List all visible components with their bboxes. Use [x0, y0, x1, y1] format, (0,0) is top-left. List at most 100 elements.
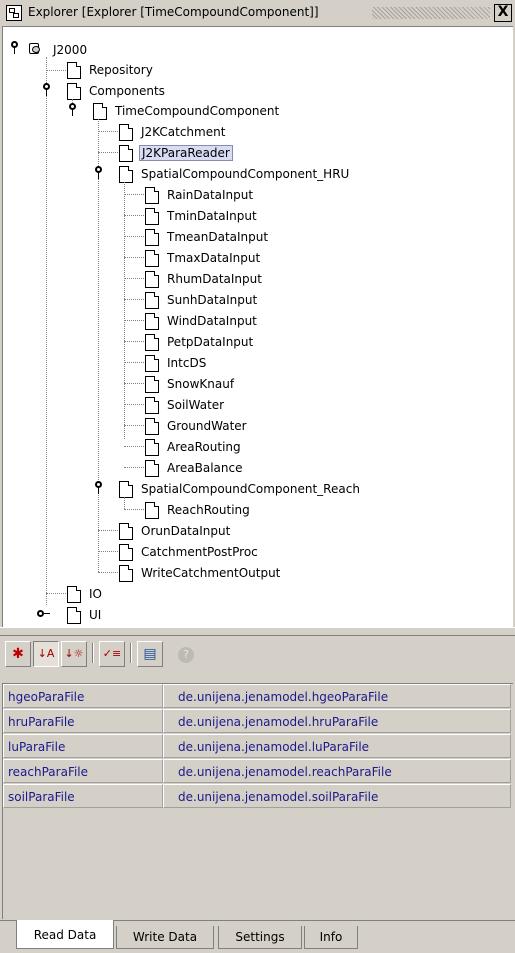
property-row[interactable]: luParaFile de.unijena.jenamodel.luParaFi… — [3, 734, 513, 759]
property-value[interactable]: de.unijena.jenamodel.soilParaFile — [163, 784, 511, 808]
asterisk-glyph: ✱ — [12, 646, 24, 662]
help-glyph: ? — [178, 647, 194, 663]
tree-node-label: PetpDataInput — [167, 335, 254, 349]
property-toolbar: ✱ ↓A ↓☼ ✓≡ ▤ ? — [0, 637, 515, 669]
property-name[interactable]: luParaFile — [3, 734, 163, 758]
tree-node-label: TminDataInput — [167, 209, 257, 223]
tree-node-label: AreaBalance — [167, 461, 243, 475]
tree-node-label: SnowKnauf — [167, 377, 235, 391]
grid-icon[interactable]: ▤ — [137, 641, 163, 667]
property-name[interactable]: soilParaFile — [3, 784, 163, 808]
property-value[interactable]: de.unijena.jenamodel.luParaFile — [163, 734, 511, 758]
splitter[interactable] — [0, 627, 515, 636]
help-icon[interactable]: ? — [173, 641, 199, 667]
document-icon — [145, 292, 159, 309]
bean-icon — [27, 41, 41, 55]
document-icon — [145, 208, 159, 225]
document-icon — [145, 271, 159, 288]
document-icon — [145, 334, 159, 351]
property-row[interactable]: reachParaFile de.unijena.jenamodel.reach… — [3, 759, 513, 784]
property-name[interactable]: reachParaFile — [3, 759, 163, 783]
component-tree[interactable]: J2000 Repository Components TimeCompound… — [2, 26, 513, 627]
document-icon — [145, 355, 159, 372]
grid-glyph: ▤ — [143, 646, 157, 662]
tree-node-label: J2000 — [53, 43, 88, 57]
property-name[interactable]: hruParaFile — [3, 709, 163, 733]
tree-node-label: RhumDataInput — [167, 272, 262, 286]
collapsed-handle-icon[interactable] — [37, 607, 50, 621]
sort-category-glyph: ↓☼ — [64, 647, 84, 660]
tab-strip: Read Data Write Data Settings Info — [0, 920, 515, 953]
document-icon — [145, 376, 159, 393]
document-icon — [145, 418, 159, 435]
document-icon — [67, 586, 81, 603]
document-icon — [145, 460, 159, 477]
title-bar[interactable]: Explorer [Explorer [TimeCompoundComponen… — [2, 2, 513, 24]
tree-node-label: Repository — [89, 63, 153, 77]
toolbar-separator — [92, 643, 94, 663]
document-icon — [145, 187, 159, 204]
expanded-handle-icon[interactable] — [9, 41, 20, 55]
tree-node-label: WindDataInput — [167, 314, 257, 328]
tab-write-data[interactable]: Write Data — [116, 926, 214, 949]
document-icon — [119, 565, 133, 582]
expanded-handle-icon[interactable] — [67, 103, 78, 117]
sort-category-icon[interactable]: ↓☼ — [61, 641, 87, 667]
tree-node-label: CatchmentPostProc — [141, 545, 258, 559]
close-button[interactable]: X — [494, 4, 512, 22]
document-icon — [145, 439, 159, 456]
tree-node-label: SpatialCompoundComponent_Reach — [141, 482, 360, 496]
tree-node-label: TmaxDataInput — [167, 251, 261, 265]
property-row[interactable]: hgeoParaFile de.unijena.jenamodel.hgeoPa… — [3, 684, 513, 709]
asterisk-icon[interactable]: ✱ — [5, 641, 31, 667]
tree-node-label: RainDataInput — [167, 188, 254, 202]
tree-node-label: Components — [89, 84, 165, 98]
checklist-glyph: ✓≡ — [102, 647, 122, 660]
tab-info[interactable]: Info — [304, 926, 358, 949]
property-value[interactable]: de.unijena.jenamodel.hgeoParaFile — [163, 684, 511, 708]
document-icon — [145, 313, 159, 330]
tree-node-label: TmeanDataInput — [167, 230, 269, 244]
tab-settings[interactable]: Settings — [218, 926, 302, 949]
tree-node-label: AreaRouting — [167, 440, 241, 454]
document-icon — [145, 397, 159, 414]
property-table: hgeoParaFile de.unijena.jenamodel.hgeoPa… — [2, 683, 513, 919]
document-icon — [119, 124, 133, 141]
window-icon — [6, 5, 22, 21]
property-row[interactable]: soilParaFile de.unijena.jenamodel.soilPa… — [3, 784, 513, 809]
document-icon — [67, 62, 81, 79]
document-icon — [93, 103, 107, 120]
expanded-handle-icon[interactable] — [93, 166, 104, 180]
document-icon — [67, 607, 81, 624]
checklist-icon[interactable]: ✓≡ — [99, 641, 125, 667]
document-icon — [67, 83, 81, 100]
document-icon — [145, 229, 159, 246]
tree-node-label: ReachRouting — [167, 503, 250, 517]
expanded-handle-icon[interactable] — [93, 481, 104, 495]
document-icon — [119, 523, 133, 540]
explorer-window: Explorer [Explorer [TimeCompoundComponen… — [0, 0, 515, 953]
document-icon — [119, 544, 133, 561]
document-icon — [145, 250, 159, 267]
sort-alpha-icon[interactable]: ↓A — [33, 641, 59, 667]
sort-alpha-glyph: ↓A — [37, 647, 55, 660]
property-name[interactable]: hgeoParaFile — [3, 684, 163, 708]
toolbar-separator — [130, 643, 132, 663]
tree-node-label-selected: J2KParaReader — [139, 145, 233, 161]
property-value[interactable]: de.unijena.jenamodel.reachParaFile — [163, 759, 511, 783]
property-row[interactable]: hruParaFile de.unijena.jenamodel.hruPara… — [3, 709, 513, 734]
tree-node-label: SpatialCompoundComponent_HRU — [141, 167, 350, 181]
tab-read-data[interactable]: Read Data — [16, 920, 114, 949]
document-icon — [119, 145, 133, 162]
tree-node-label: IO — [89, 587, 102, 601]
expanded-handle-icon[interactable] — [41, 83, 52, 97]
tree-node-label: IntcDS — [167, 356, 207, 370]
tree-node-label: SoilWater — [167, 398, 225, 412]
title-bar-grip[interactable] — [372, 7, 490, 19]
property-value[interactable]: de.unijena.jenamodel.hruParaFile — [163, 709, 511, 733]
tree-node-label: GroundWater — [167, 419, 247, 433]
tree-node-label: OrunDataInput — [141, 524, 231, 538]
window-title: Explorer [Explorer [TimeCompoundComponen… — [28, 5, 319, 19]
document-icon — [145, 502, 159, 519]
tree-node-label: WriteCatchmentOutput — [141, 566, 281, 580]
